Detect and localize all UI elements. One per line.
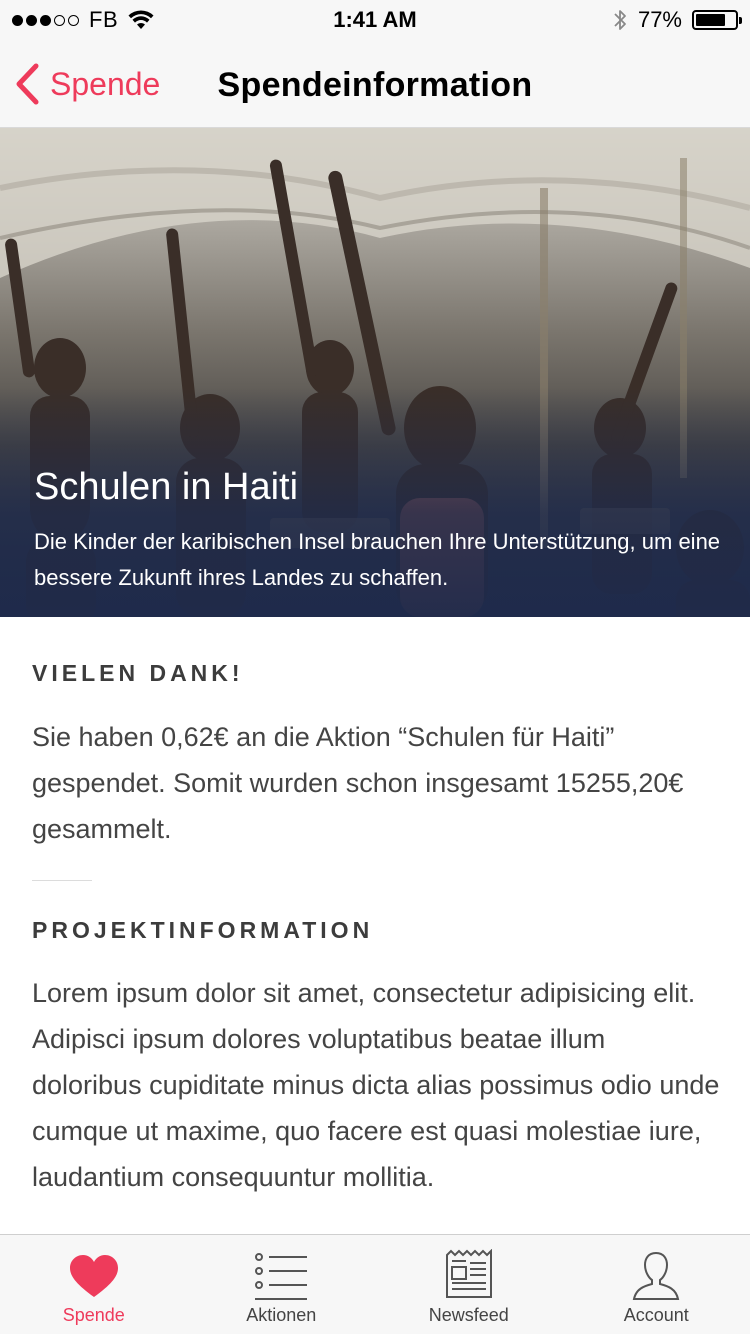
tab-account[interactable]: Account	[563, 1235, 750, 1334]
battery-icon	[692, 10, 742, 30]
tab-bar: Spende Aktionen Newsfeed Account	[0, 1234, 750, 1334]
status-bar: FB 1:41 AM 77%	[0, 0, 750, 40]
thanks-body: Sie haben 0,62€ an die Aktion “Schulen f…	[32, 722, 684, 844]
tab-aktionen[interactable]: Aktionen	[188, 1235, 376, 1334]
project-body: Lorem ipsum dolor sit amet, consectetur …	[32, 978, 720, 1192]
hero-title: Schulen in Haiti	[34, 466, 299, 508]
tab-label-spende: Spende	[62, 1305, 125, 1325]
tab-label-newsfeed: Newsfeed	[428, 1305, 509, 1325]
thanks-heading: VIELEN DANK!	[32, 660, 244, 686]
battery-percent: 77%	[637, 7, 682, 32]
tab-newsfeed[interactable]: Newsfeed	[375, 1235, 563, 1334]
status-right: 77%	[612, 6, 742, 34]
project-heading: PROJEKTINFORMATION	[32, 917, 374, 943]
newspaper-icon	[445, 1249, 492, 1298]
heart-icon	[69, 1255, 118, 1297]
navigation-bar: Spende Spendeinformation	[0, 40, 750, 128]
hero-image: Schulen in Haiti Die Kinder der karibisc…	[0, 128, 750, 617]
person-icon	[633, 1251, 680, 1300]
list-icon	[255, 1253, 308, 1300]
tab-label-account: Account	[623, 1305, 689, 1325]
bluetooth-icon	[614, 10, 626, 30]
tab-spende[interactable]: Spende	[0, 1235, 188, 1334]
page-title: Spendeinformation	[217, 66, 533, 104]
hero-subtitle: Die Kinder der karibischen Insel brauche…	[34, 529, 721, 590]
battery-fill	[696, 14, 725, 26]
section-divider	[32, 880, 92, 881]
tab-label-aktionen: Aktionen	[246, 1305, 317, 1325]
